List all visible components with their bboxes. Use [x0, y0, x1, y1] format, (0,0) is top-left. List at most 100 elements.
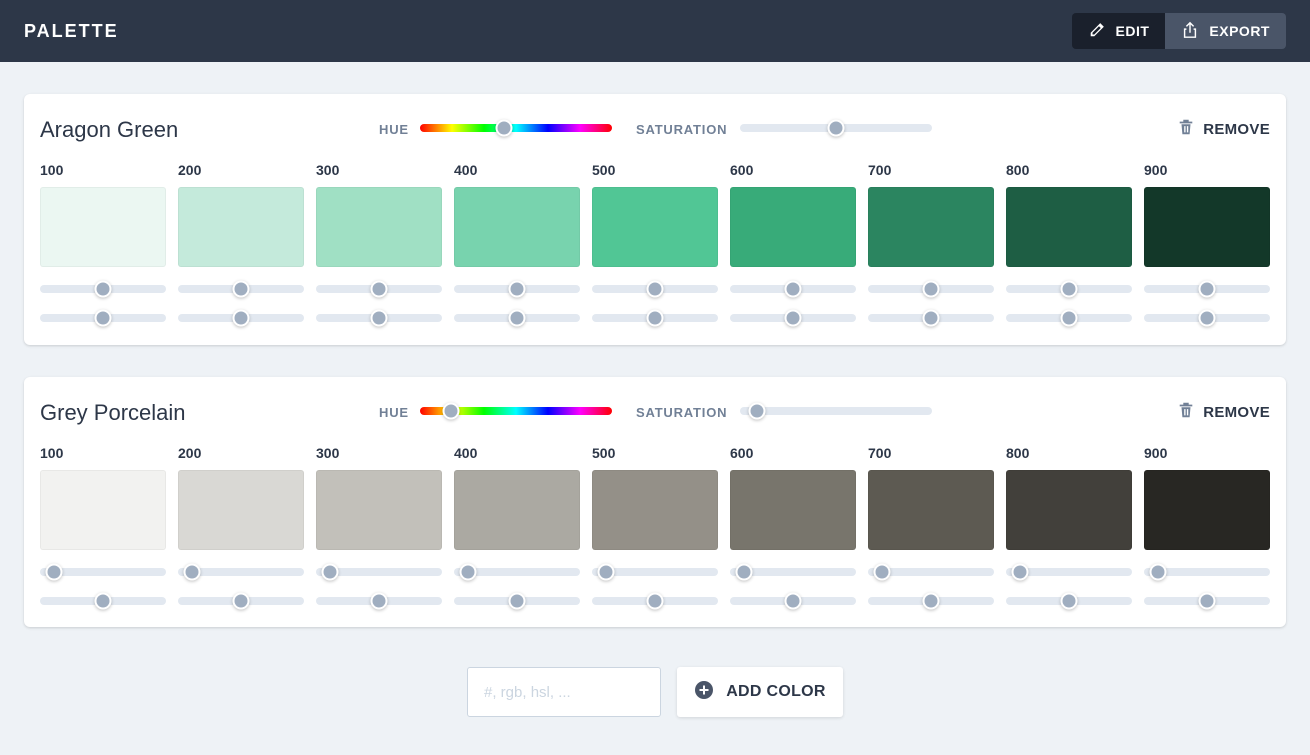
color-swatch[interactable]	[592, 187, 718, 267]
shade-slider-thumb[interactable]	[1060, 280, 1078, 298]
shade-slider-thumb[interactable]	[597, 563, 615, 581]
color-swatch[interactable]	[316, 187, 442, 267]
shade-saturation-slider[interactable]	[454, 563, 580, 581]
shade-lightness-slider[interactable]	[1006, 309, 1132, 327]
shade-slider-thumb[interactable]	[1060, 592, 1078, 610]
color-swatch[interactable]	[178, 470, 304, 550]
shade-saturation-slider[interactable]	[592, 280, 718, 298]
shade-slider-thumb[interactable]	[1198, 309, 1216, 327]
shade-slider-thumb[interactable]	[1149, 563, 1167, 581]
color-swatch[interactable]	[730, 187, 856, 267]
shade-slider-thumb[interactable]	[922, 592, 940, 610]
shade-saturation-slider[interactable]	[454, 280, 580, 298]
shade-lightness-slider[interactable]	[1144, 309, 1270, 327]
shade-saturation-slider[interactable]	[316, 563, 442, 581]
saturation-slider[interactable]	[740, 402, 932, 420]
hue-slider-thumb[interactable]	[442, 402, 460, 420]
shade-slider-thumb[interactable]	[321, 563, 339, 581]
shade-saturation-slider[interactable]	[316, 280, 442, 298]
remove-button[interactable]: REMOVE	[1177, 401, 1270, 423]
shade-saturation-slider[interactable]	[1144, 563, 1270, 581]
shade-lightness-slider[interactable]	[454, 592, 580, 610]
color-swatch[interactable]	[40, 187, 166, 267]
shade-slider-thumb[interactable]	[508, 592, 526, 610]
shade-slider-thumb[interactable]	[232, 309, 250, 327]
color-swatch[interactable]	[1144, 187, 1270, 267]
saturation-slider-thumb[interactable]	[748, 402, 766, 420]
shade-slider-thumb[interactable]	[370, 309, 388, 327]
color-swatch[interactable]	[316, 470, 442, 550]
color-swatch[interactable]	[1006, 187, 1132, 267]
shade-saturation-slider[interactable]	[178, 280, 304, 298]
shade-slider-thumb[interactable]	[94, 280, 112, 298]
shade-slider-thumb[interactable]	[183, 563, 201, 581]
color-swatch[interactable]	[730, 470, 856, 550]
shade-saturation-slider[interactable]	[1006, 563, 1132, 581]
shade-lightness-slider[interactable]	[1006, 592, 1132, 610]
shade-saturation-slider[interactable]	[868, 280, 994, 298]
shade-saturation-slider[interactable]	[730, 280, 856, 298]
shade-lightness-slider[interactable]	[868, 309, 994, 327]
shade-slider-thumb[interactable]	[873, 563, 891, 581]
shade-slider-thumb[interactable]	[508, 309, 526, 327]
shade-saturation-slider[interactable]	[178, 563, 304, 581]
shade-lightness-slider[interactable]	[730, 309, 856, 327]
shade-saturation-slider[interactable]	[40, 563, 166, 581]
shade-slider-thumb[interactable]	[1011, 563, 1029, 581]
color-swatch[interactable]	[868, 470, 994, 550]
shade-saturation-slider[interactable]	[40, 280, 166, 298]
shade-slider-thumb[interactable]	[735, 563, 753, 581]
shade-slider-thumb[interactable]	[784, 309, 802, 327]
shade-slider-thumb[interactable]	[232, 280, 250, 298]
color-swatch[interactable]	[592, 470, 718, 550]
shade-saturation-slider[interactable]	[592, 563, 718, 581]
color-swatch[interactable]	[1006, 470, 1132, 550]
shade-lightness-slider[interactable]	[316, 309, 442, 327]
shade-slider-thumb[interactable]	[94, 592, 112, 610]
saturation-slider-thumb[interactable]	[827, 119, 845, 137]
shade-slider-thumb[interactable]	[1060, 309, 1078, 327]
shade-saturation-slider[interactable]	[1144, 280, 1270, 298]
shade-slider-thumb[interactable]	[232, 592, 250, 610]
color-swatch[interactable]	[454, 187, 580, 267]
add-color-button[interactable]: ADD COLOR	[677, 667, 843, 717]
saturation-slider[interactable]	[740, 119, 932, 137]
export-button[interactable]: EXPORT	[1165, 13, 1286, 49]
shade-slider-thumb[interactable]	[1198, 280, 1216, 298]
shade-lightness-slider[interactable]	[592, 309, 718, 327]
shade-slider-thumb[interactable]	[370, 592, 388, 610]
color-swatch[interactable]	[178, 187, 304, 267]
edit-button[interactable]: EDIT	[1071, 13, 1166, 49]
shade-saturation-slider[interactable]	[730, 563, 856, 581]
color-input[interactable]	[467, 667, 661, 717]
shade-lightness-slider[interactable]	[40, 592, 166, 610]
shade-slider-thumb[interactable]	[646, 280, 664, 298]
color-swatch[interactable]	[1144, 470, 1270, 550]
shade-lightness-slider[interactable]	[40, 309, 166, 327]
shade-slider-thumb[interactable]	[646, 309, 664, 327]
hue-slider[interactable]	[420, 402, 612, 420]
hue-slider-thumb[interactable]	[495, 119, 513, 137]
shade-slider-thumb[interactable]	[370, 280, 388, 298]
shade-lightness-slider[interactable]	[1144, 592, 1270, 610]
shade-slider-thumb[interactable]	[784, 592, 802, 610]
shade-slider-thumb[interactable]	[784, 280, 802, 298]
color-swatch[interactable]	[868, 187, 994, 267]
color-swatch[interactable]	[40, 470, 166, 550]
shade-slider-thumb[interactable]	[646, 592, 664, 610]
shade-lightness-slider[interactable]	[178, 592, 304, 610]
shade-lightness-slider[interactable]	[730, 592, 856, 610]
shade-slider-thumb[interactable]	[1198, 592, 1216, 610]
shade-slider-thumb[interactable]	[459, 563, 477, 581]
shade-lightness-slider[interactable]	[592, 592, 718, 610]
shade-slider-thumb[interactable]	[922, 309, 940, 327]
shade-lightness-slider[interactable]	[178, 309, 304, 327]
shade-slider-thumb[interactable]	[508, 280, 526, 298]
shade-lightness-slider[interactable]	[454, 309, 580, 327]
shade-saturation-slider[interactable]	[868, 563, 994, 581]
shade-lightness-slider[interactable]	[868, 592, 994, 610]
shade-lightness-slider[interactable]	[316, 592, 442, 610]
color-swatch[interactable]	[454, 470, 580, 550]
shade-saturation-slider[interactable]	[1006, 280, 1132, 298]
shade-slider-thumb[interactable]	[45, 563, 63, 581]
